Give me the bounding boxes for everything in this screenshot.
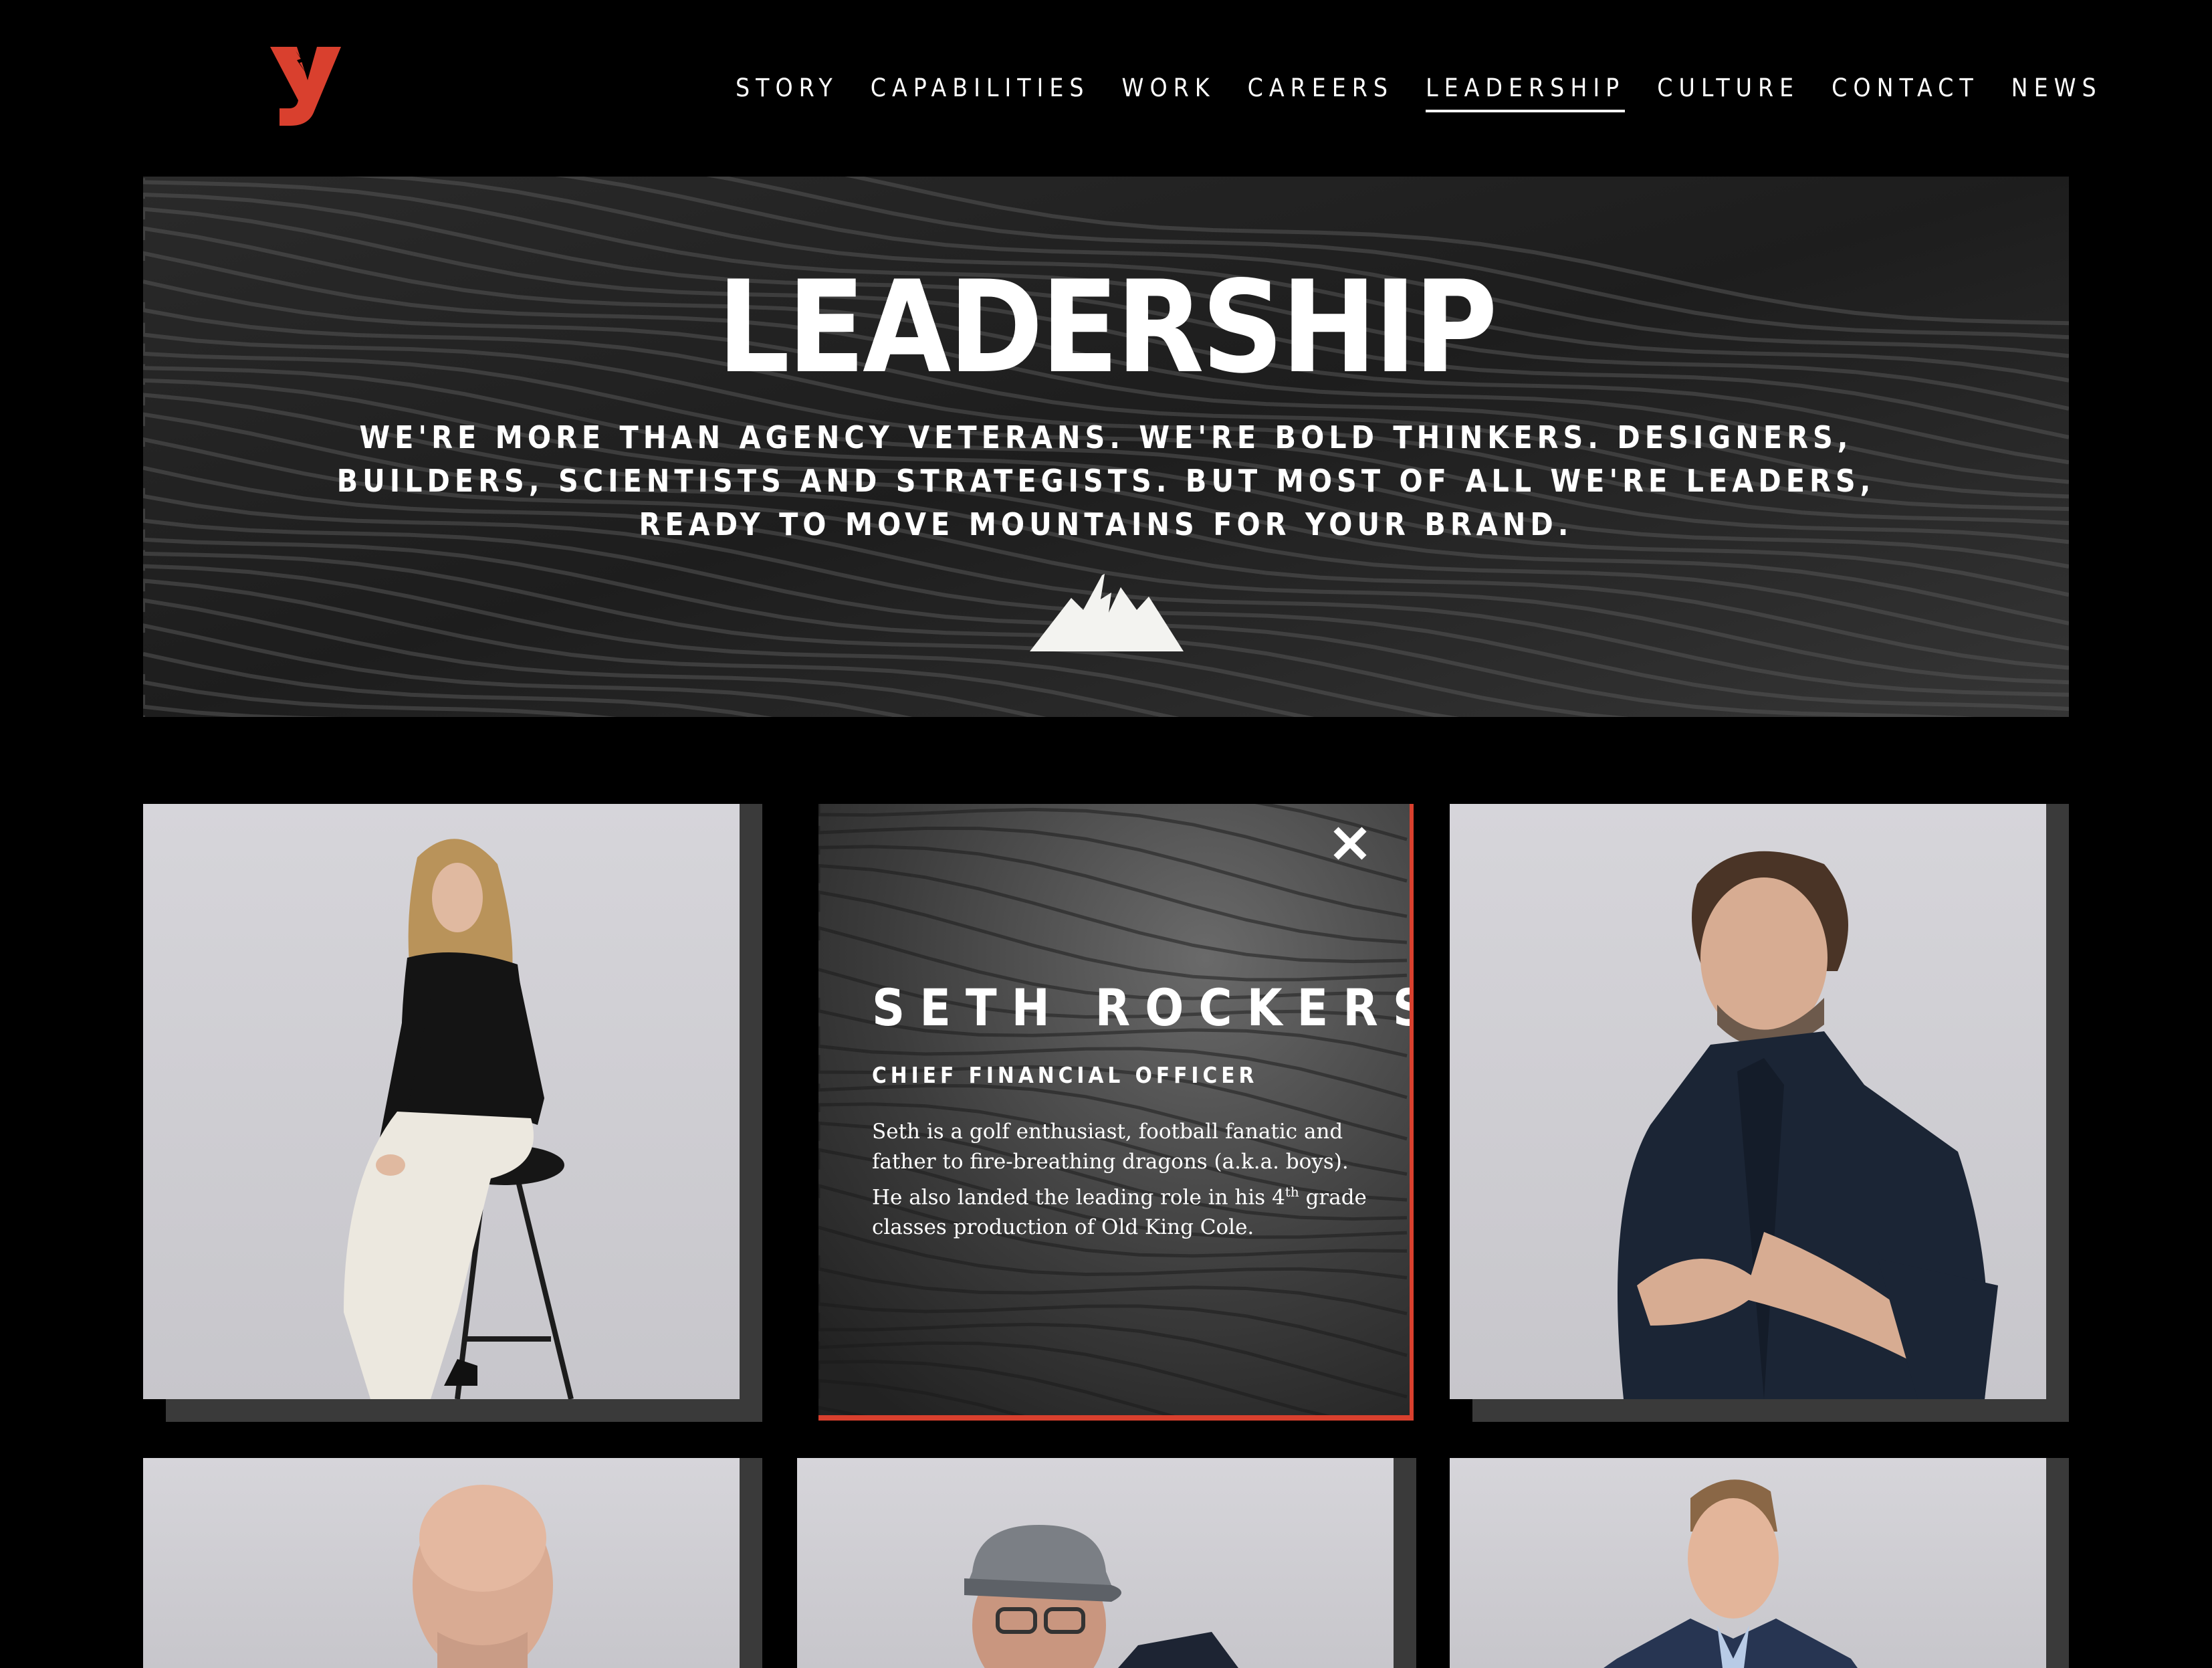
leader-photo — [143, 1458, 740, 1668]
close-icon[interactable] — [1328, 821, 1372, 865]
hero-subtitle: WE'RE MORE THAN AGENCY VETERANS. WE'RE B… — [336, 419, 1876, 542]
mountain-icon — [1030, 574, 1184, 651]
main-nav: STORY CAPABILITIES WORK CAREERS LEADERSHIP CU… — [736, 71, 2134, 112]
leader-name: SETH ROCKERS — [872, 978, 1414, 1037]
leader-photo — [797, 1458, 1394, 1668]
logo[interactable] — [270, 41, 344, 128]
nav-item-careers[interactable]: CAREERS — [1248, 71, 1394, 112]
leader-card[interactable] — [1450, 1458, 2069, 1668]
leader-photo — [1450, 1458, 2046, 1668]
nav-item-capabilities[interactable]: CAPABILITIES — [871, 71, 1090, 112]
leader-card[interactable] — [143, 804, 762, 1422]
page-title: LEADERSHIP — [717, 253, 1497, 401]
leader-card[interactable] — [143, 1458, 762, 1668]
rock-texture-background — [818, 804, 1410, 1415]
nav-item-leadership[interactable]: LEADERSHIP — [1426, 71, 1626, 112]
nav-item-contact[interactable]: CONTACT — [1832, 71, 1979, 112]
nav-item-work[interactable]: WORK — [1122, 71, 1216, 112]
leader-bio-card[interactable]: SETH ROCKERS CHIEF FINANCIAL OFFICER Set… — [818, 804, 1414, 1421]
leader-card[interactable] — [797, 1458, 1416, 1668]
nav-item-story[interactable]: STORY — [736, 71, 839, 112]
nav-item-news[interactable]: NEWS — [2011, 71, 2102, 112]
leader-bio-text: Seth is a golf enthusiast, football fana… — [872, 1120, 1367, 1240]
leader-photo — [143, 804, 740, 1399]
leader-photo — [1450, 804, 2046, 1399]
nav-item-culture[interactable]: CULTURE — [1657, 71, 1799, 112]
leader-title: CHIEF FINANCIAL OFFICER — [872, 1062, 1258, 1088]
leader-card[interactable] — [1450, 804, 2069, 1422]
hero-banner: LEADERSHIP WE'RE MORE THAN AGENCY VETERA… — [143, 177, 2069, 717]
